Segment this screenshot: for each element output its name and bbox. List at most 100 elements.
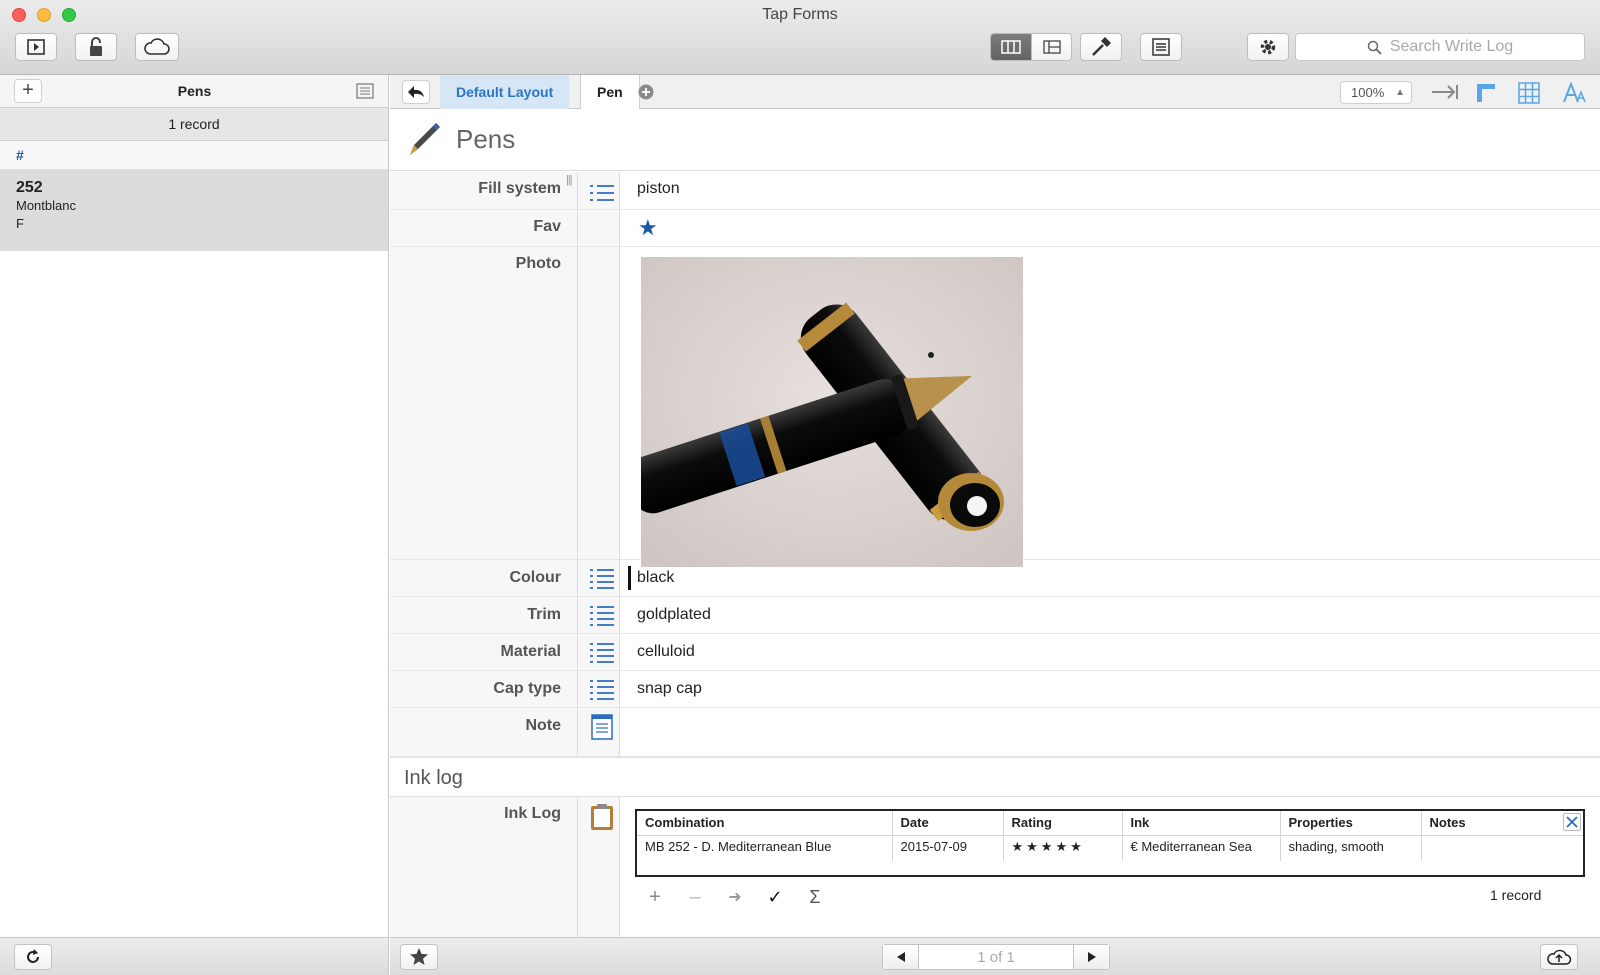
record-detail: F [16, 216, 24, 231]
table-cell[interactable]: € Mediterranean Sea [1122, 835, 1281, 861]
add-layout-button[interactable] [638, 84, 654, 105]
lock-icon [90, 37, 102, 56]
cloud-sync-button[interactable] [135, 33, 179, 61]
column-header[interactable]: Ink [1122, 811, 1281, 836]
ink-log-table: Combination Date Rating Ink Properties N… [635, 809, 1585, 877]
field-row-trim: Trim goldplated [390, 597, 1600, 634]
clipboard-icon[interactable] [590, 803, 614, 836]
record-pager: 1 of 1 [882, 944, 1110, 970]
star-icon[interactable]: ★ [638, 215, 658, 241]
list-view-icon [356, 83, 374, 99]
pick-list-icon[interactable] [588, 677, 616, 708]
field-value[interactable]: snap cap [637, 680, 702, 698]
refresh-button[interactable] [14, 944, 52, 970]
page-title: Pens [456, 124, 516, 154]
triangle-left-icon [896, 952, 905, 962]
field-label: Material [500, 643, 561, 660]
tab-order-button[interactable] [1430, 82, 1460, 107]
column-header[interactable]: Properties [1280, 811, 1422, 836]
lock-button[interactable] [75, 33, 117, 61]
search-icon [1367, 40, 1382, 55]
triangle-right-icon [1087, 952, 1096, 962]
ink-log-record-count: 1 record [1490, 887, 1542, 903]
field-label: Fill system [478, 180, 561, 197]
pick-list-icon[interactable] [588, 182, 616, 209]
field-label: Cap type [493, 680, 561, 697]
form-name: Pens [177, 83, 212, 99]
field-value[interactable]: black [637, 569, 674, 587]
table-cell[interactable] [1421, 835, 1583, 861]
pen-photo[interactable] [641, 257, 1023, 567]
section-title: Ink log [404, 767, 463, 789]
table-cell[interactable]: 2015-07-09 [892, 835, 1004, 861]
table-cell[interactable]: MB 252 - D. Mediterranean Blue [637, 835, 893, 861]
select-rows-button[interactable]: ✓ [755, 887, 795, 908]
column-header[interactable]: Combination [637, 811, 893, 836]
field-value[interactable]: celluloid [637, 643, 695, 661]
add-row-button[interactable]: + [635, 886, 675, 909]
pick-list-icon[interactable] [588, 566, 616, 597]
field-label: Photo [515, 255, 561, 272]
field-value[interactable]: goldplated [637, 606, 711, 624]
columns-icon [1001, 40, 1021, 54]
field-label: Colour [509, 569, 561, 586]
field-row-colour: Colour black [390, 560, 1600, 597]
calculate-button[interactable]: Σ [795, 887, 835, 908]
zoom-value: 100% [1351, 85, 1385, 100]
tab-pen[interactable]: Pen [580, 75, 640, 109]
cloud-icon [144, 38, 170, 55]
form-list-button[interactable] [1140, 33, 1182, 61]
field-label: Ink Log [504, 805, 561, 822]
grid-icon [1518, 82, 1540, 104]
go-to-record-button[interactable]: ➜ [715, 887, 755, 907]
record-form: ||| Fill system piston Fav ★ Photo Colou… [390, 172, 1600, 937]
field-row-fill-system: Fill system piston [390, 172, 1600, 210]
ruler-button[interactable] [1475, 82, 1497, 109]
field-row-cap-type: Cap type snap cap [390, 671, 1600, 708]
title-bar: Tap Forms Search Write Log [0, 0, 1600, 75]
column-header[interactable]: Rating [1003, 811, 1123, 836]
list-item[interactable]: 252 Montblanc F [0, 170, 388, 251]
field-value[interactable]: piston [637, 180, 680, 198]
rating-stars[interactable]: ★★★★★ [1003, 835, 1123, 861]
field-label: Trim [527, 606, 561, 623]
back-button[interactable] [402, 80, 430, 104]
field-row-material: Material celluloid [390, 634, 1600, 671]
pick-list-icon[interactable] [588, 603, 616, 634]
remove-row-button[interactable]: – [675, 886, 715, 909]
table-cell[interactable]: shading, smooth [1280, 835, 1422, 861]
ink-log-toolbar: + – ➜ ✓ Σ [635, 884, 835, 910]
previous-record-button[interactable] [883, 945, 919, 969]
run-button[interactable] [15, 33, 57, 61]
next-record-button[interactable] [1073, 945, 1109, 969]
field-label: Fav [533, 218, 561, 235]
grid-button[interactable] [1518, 82, 1540, 109]
zoom-select[interactable]: 100% ▲▼ [1340, 81, 1412, 119]
layout-tab-bar: Default Layout Pen 100% ▲▼ [390, 75, 1600, 119]
section-header-ink-log: Ink log [390, 757, 1600, 797]
column-view-button[interactable] [991, 34, 1031, 60]
record-title: 252 [16, 179, 43, 196]
column-header[interactable]: Date [892, 811, 1004, 836]
pick-list-icon[interactable] [588, 640, 616, 671]
note-icon[interactable] [591, 714, 613, 745]
table-view-button[interactable] [1031, 34, 1071, 60]
font-button[interactable] [1562, 81, 1586, 109]
pen-icon [404, 119, 444, 164]
record-count: 1 record [0, 108, 388, 141]
page-indicator: 1 of 1 [977, 948, 1015, 966]
field-row-note: Note [390, 708, 1600, 757]
table-view-icon [1042, 40, 1061, 54]
hammer-icon [1092, 37, 1111, 56]
settings-button[interactable] [1247, 33, 1289, 61]
tab-default-layout[interactable]: Default Layout [440, 75, 570, 109]
table-row[interactable]: MB 252 - D. Mediterranean Blue 2015-07-0… [637, 835, 1583, 861]
list-options-button[interactable] [356, 83, 374, 104]
search-input[interactable]: Search Write Log [1295, 33, 1585, 61]
list-icon [1152, 38, 1170, 56]
cloud-upload-button[interactable] [1540, 944, 1578, 970]
design-button[interactable] [1080, 33, 1122, 61]
table-tools-button[interactable] [1563, 813, 1581, 831]
column-header[interactable]: Notes [1421, 811, 1583, 836]
favorite-button[interactable] [400, 944, 438, 970]
